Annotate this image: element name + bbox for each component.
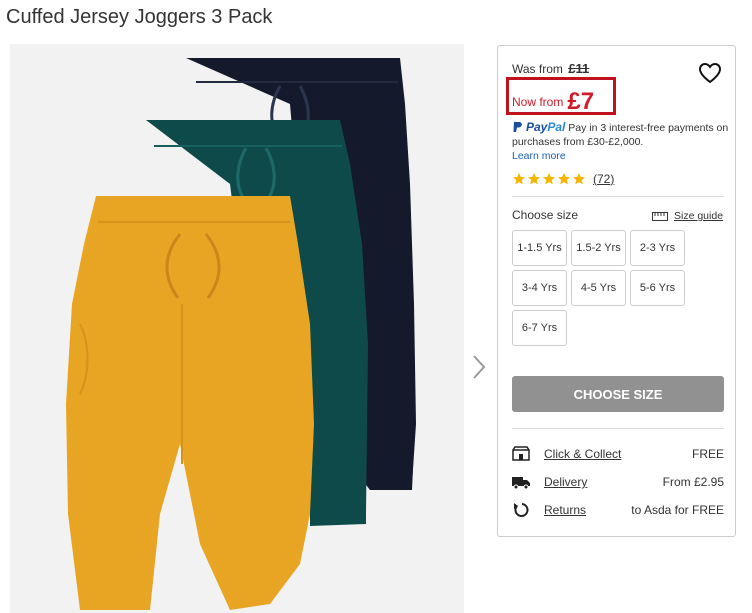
returns-link[interactable]: Returns xyxy=(544,503,586,517)
was-amount: £11 xyxy=(568,61,590,76)
was-price: Was from £11 xyxy=(512,61,589,76)
size-option[interactable]: 6-7 Yrs xyxy=(512,310,567,346)
size-option[interactable]: 1-1.5 Yrs xyxy=(512,230,567,266)
size-guide-label: Size guide xyxy=(674,210,724,222)
was-label: Was from xyxy=(512,62,563,76)
size-guide-link[interactable]: Size guide xyxy=(652,210,723,222)
star-icon xyxy=(573,173,585,185)
click-collect-link[interactable]: Click & Collect xyxy=(544,447,621,461)
divider xyxy=(512,196,724,197)
now-price: Now from £7 xyxy=(512,88,594,116)
size-option[interactable]: 2-3 Yrs xyxy=(630,230,685,266)
now-amount: £7 xyxy=(567,88,595,115)
size-option[interactable]: 3-4 Yrs xyxy=(512,270,567,306)
store-icon xyxy=(512,446,530,461)
ruler-icon xyxy=(652,211,668,221)
size-option[interactable]: 5-6 Yrs xyxy=(630,270,685,306)
rating: (72) xyxy=(512,172,614,186)
learn-more-link[interactable]: Learn more xyxy=(512,149,732,163)
joggers-illustration xyxy=(66,58,416,610)
buy-box: Was from £11 Now from £7 PayPal Pay in 3 … xyxy=(497,45,736,537)
size-option[interactable]: 1.5-2 Yrs xyxy=(571,230,626,266)
size-option[interactable]: 4-5 Yrs xyxy=(571,270,626,306)
heart-icon[interactable] xyxy=(698,62,722,84)
paypal-brand-pal: Pal xyxy=(547,120,566,134)
star-icon xyxy=(558,173,570,185)
paypal-promo: PayPal Pay in 3 interest-free payments o… xyxy=(512,120,732,163)
divider xyxy=(512,428,724,429)
star-icon xyxy=(543,173,555,185)
returns-value: to Asda for FREE xyxy=(631,503,724,517)
star-icon xyxy=(513,173,525,185)
delivery-value: From £2.95 xyxy=(662,475,724,489)
returns-icon xyxy=(514,503,529,517)
click-collect-row: Click & Collect FREE xyxy=(512,444,724,464)
paypal-icon xyxy=(513,122,522,132)
paypal-logo: PayPal xyxy=(526,120,565,134)
size-options: 1-1.5 Yrs 1.5-2 Yrs 2-3 Yrs 3-4 Yrs 4-5 … xyxy=(512,230,692,346)
delivery-link[interactable]: Delivery xyxy=(544,475,587,489)
click-collect-value: FREE xyxy=(691,447,724,461)
truck-icon xyxy=(512,477,530,490)
choose-size-label: Choose size xyxy=(512,208,579,222)
choose-size-button[interactable]: CHOOSE SIZE xyxy=(512,376,724,412)
review-count: 72 xyxy=(597,172,611,186)
paypal-brand-pay: Pay xyxy=(526,120,548,134)
mustard-joggers xyxy=(66,196,314,610)
star-icon xyxy=(528,173,540,185)
now-label: Now from xyxy=(512,95,564,109)
chevron-right-icon[interactable] xyxy=(470,352,488,382)
product-image[interactable] xyxy=(10,44,464,613)
delivery-row: Delivery From £2.95 xyxy=(512,472,724,492)
page-title: Cuffed Jersey Joggers 3 Pack xyxy=(6,6,273,28)
returns-row: Returns to Asda for FREE xyxy=(512,500,724,520)
review-count-link[interactable]: (72) xyxy=(593,172,614,186)
